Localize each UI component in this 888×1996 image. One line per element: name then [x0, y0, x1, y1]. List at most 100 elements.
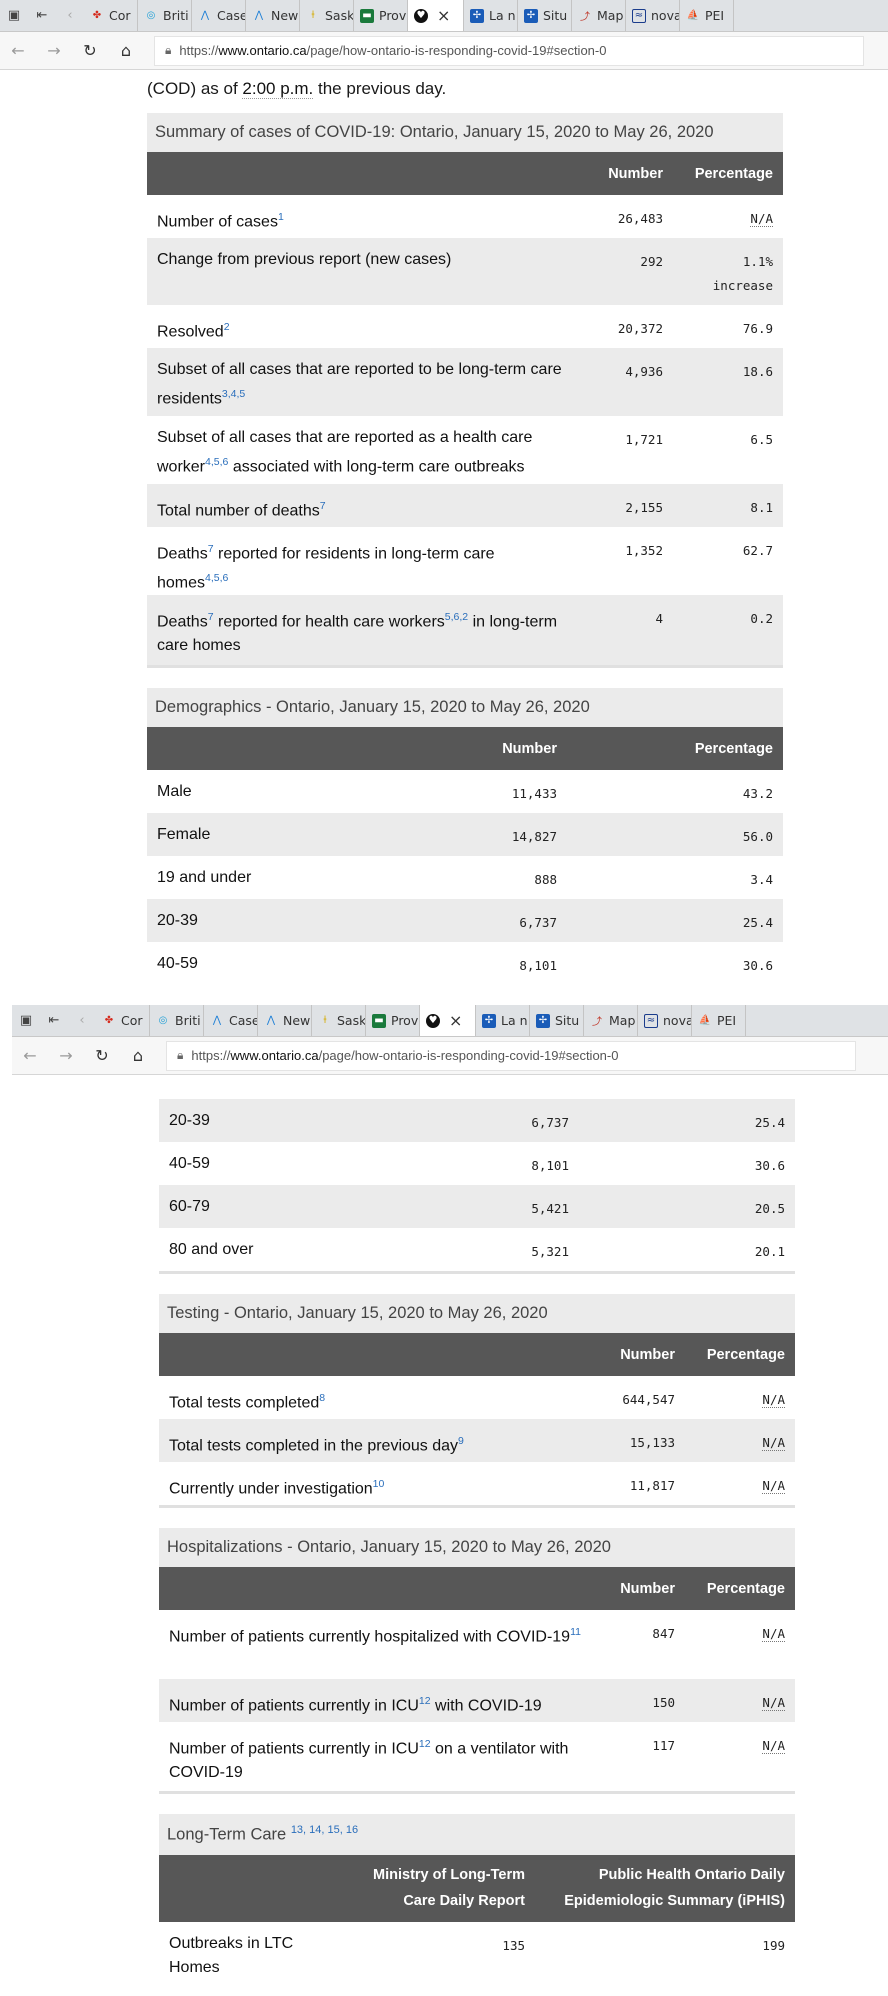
row-number: 4 — [655, 611, 663, 626]
table-row: Resolved2 20,372 76.9 — [147, 305, 783, 348]
close-tab-icon[interactable]: × — [449, 1011, 462, 1030]
tab-10[interactable]: ⤴ Map — [584, 1005, 638, 1036]
row-label-text: Currently under investigation — [169, 1480, 373, 1498]
tab-6[interactable]: ▬ Prov — [354, 0, 408, 31]
tab-2[interactable]: ◎ Briti — [138, 0, 192, 31]
browser-chrome-1: ▣ ⇤ ‹ ✤ Cor ◎ Briti ⋀ Case ⋀ New ⱡ Sask ▬ Prov… — [0, 0, 888, 70]
row-number: 14,827 — [511, 829, 557, 844]
ontario-icon: ♥ — [426, 1013, 440, 1028]
set-aside-tabs-icon[interactable]: ⇤ — [28, 0, 56, 31]
footnote-link[interactable]: 4,5,6 — [205, 456, 228, 468]
close-tab-icon[interactable]: × — [437, 6, 450, 25]
row-percentage: N/A — [762, 1392, 785, 1408]
summary-header: Number Percentage — [147, 152, 783, 195]
url-field[interactable]: 🔒︎ https://www.ontario.ca/page/how-ontar… — [154, 35, 864, 66]
row-label: 20-39 — [169, 1112, 210, 1129]
table-row: 20-39 6,737 25.4 — [147, 899, 783, 942]
footnote-link[interactable]: 9 — [458, 1435, 464, 1447]
tab-actions-icon[interactable]: ▣ — [12, 1005, 40, 1036]
row-number: 644,547 — [622, 1392, 675, 1407]
tab-1[interactable]: ✤ Cor — [84, 0, 138, 31]
footnote-link[interactable]: 11 — [570, 1626, 581, 1638]
tab-9[interactable]: ✢ Situ — [530, 1005, 584, 1036]
tab-12[interactable]: ⛵ PEI — [680, 0, 734, 31]
tab-11[interactable]: ≈ nova — [626, 0, 680, 31]
row-number: 117 — [652, 1738, 675, 1753]
table-row: Subset of all cases that are reported to… — [147, 348, 783, 416]
tab-2[interactable]: ◎ Briti — [150, 1005, 204, 1036]
footnote-link[interactable]: 4,5,6 — [205, 572, 228, 584]
tab-bar: ▣ ⇤ ‹ ✤ Cor ◎ Briti ⋀ Case ⋀ New ⱡ Sask ▬ Prov… — [12, 1005, 888, 1037]
footnote-link[interactable]: 13, 14, 15, 16 — [291, 1824, 358, 1836]
footnote-link[interactable]: 10 — [373, 1478, 385, 1490]
row-label: Outbreaks in LTC Homes — [169, 1934, 294, 1976]
tab-5[interactable]: ⱡ Sask — [300, 0, 354, 31]
back-icon[interactable]: ← — [0, 41, 36, 60]
tab-3[interactable]: ⋀ Case — [204, 1005, 258, 1036]
footnote-link[interactable]: 2 — [224, 321, 230, 333]
tab-active-ontario[interactable]: ♥ × — [408, 0, 464, 31]
tab-1[interactable]: ✤ Cor — [96, 1005, 150, 1036]
row-percentage: 0.2 — [750, 611, 773, 626]
row-percentage: 30.6 — [742, 958, 773, 973]
tab-11[interactable]: ≈ nova — [638, 1005, 692, 1036]
demographics-table: Demographics - Ontario, January 15, 2020… — [147, 688, 783, 984]
forward-icon[interactable]: → — [48, 1046, 84, 1065]
tab-10[interactable]: ⤴ Map — [572, 0, 626, 31]
row-number: 8,101 — [519, 958, 557, 973]
footnote-link[interactable]: 5,6,2 — [445, 611, 468, 623]
row-label-text: with COVID-19 — [430, 1697, 542, 1715]
row-label-text: Deaths — [157, 613, 208, 631]
home-icon[interactable]: ⌂ — [108, 41, 144, 60]
footnote-link[interactable]: 12 — [419, 1738, 431, 1750]
footnote-link[interactable]: 1 — [278, 211, 284, 223]
row-label: Female — [157, 826, 211, 843]
footnote-link[interactable]: 7 — [320, 500, 326, 512]
refresh-icon[interactable]: ↻ — [72, 41, 108, 60]
ontario-icon: ♥ — [414, 8, 428, 23]
table-row: 40-59 8,101 30.6 — [159, 1142, 795, 1185]
tab-actions-icon[interactable]: ▣ — [0, 0, 28, 31]
table-row: Total tests completed in the previous da… — [159, 1419, 795, 1462]
row-percentage: 6.5 — [750, 432, 773, 447]
tab-4[interactable]: ⋀ New — [258, 1005, 312, 1036]
col-number: Number — [608, 165, 663, 182]
forward-icon[interactable]: → — [36, 41, 72, 60]
table-row: Currently under investigation10 11,817 N… — [159, 1462, 795, 1505]
footnote-link[interactable]: 3,4,5 — [222, 388, 245, 400]
row-percentage: 30.6 — [754, 1158, 785, 1173]
footnote-link[interactable]: 8 — [319, 1392, 325, 1404]
tab-5[interactable]: ⱡ Sask — [312, 1005, 366, 1036]
tab-label: La n — [489, 8, 516, 23]
row-number: 26,483 — [617, 211, 663, 226]
tab-4[interactable]: ⋀ New — [246, 0, 300, 31]
sask-icon: ⱡ — [311, 10, 315, 21]
intro-text: (COD) as of 2:00 p.m. the previous day. — [147, 79, 783, 99]
url-field[interactable]: 🔒︎ https://www.ontario.ca/page/how-ontar… — [166, 1040, 856, 1071]
row-percentage: 25.4 — [754, 1115, 785, 1130]
tab-8[interactable]: ✢ La n — [476, 1005, 530, 1036]
footnote-link[interactable]: 12 — [419, 1695, 431, 1707]
table-row: Number of cases1 26,483 N/A — [147, 195, 783, 238]
alberta-icon: ⋀ — [254, 10, 264, 21]
page-content-2: 20-39 6,737 25.4 40-59 8,101 30.6 60-79 … — [0, 1076, 888, 1996]
row-label: 60-79 — [169, 1198, 210, 1215]
row-label-text: Resolved — [157, 323, 224, 341]
tab-9[interactable]: ✢ Situ — [518, 0, 572, 31]
home-icon[interactable]: ⌂ — [120, 1046, 156, 1065]
tab-8[interactable]: ✢ La n — [464, 0, 518, 31]
refresh-icon[interactable]: ↻ — [84, 1046, 120, 1065]
summary-table: Summary of cases of COVID-19: Ontario, J… — [147, 113, 783, 668]
alberta-icon: ⋀ — [200, 10, 210, 21]
row-label-text: Subset of all cases that are reported to… — [157, 361, 562, 408]
tab-3[interactable]: ⋀ Case — [192, 0, 246, 31]
table-row: Number of patients currently in ICU12 on… — [159, 1722, 795, 1791]
tab-12[interactable]: ⛵ PEI — [692, 1005, 746, 1036]
col-percentage: Percentage — [706, 1346, 785, 1363]
scroll-tabs-left-icon[interactable]: ‹ — [56, 0, 84, 31]
tab-active-ontario[interactable]: ♥ × — [420, 1005, 476, 1036]
back-icon[interactable]: ← — [12, 1046, 48, 1065]
set-aside-tabs-icon[interactable]: ⇤ — [40, 1005, 68, 1036]
scroll-tabs-left-icon[interactable]: ‹ — [68, 1005, 96, 1036]
tab-6[interactable]: ▬ Prov — [366, 1005, 420, 1036]
